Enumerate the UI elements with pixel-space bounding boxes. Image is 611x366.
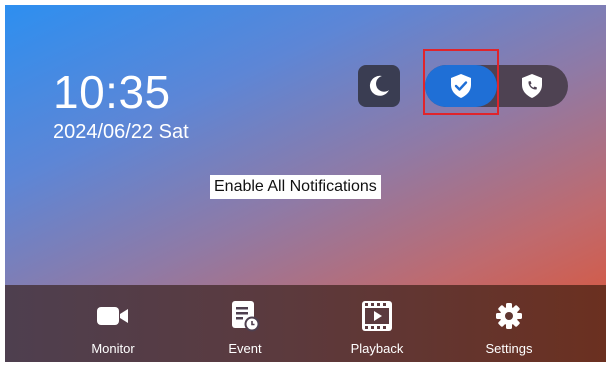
nav-item-settings[interactable]: Settings: [454, 285, 564, 362]
nav-item-playback[interactable]: Playback: [322, 285, 432, 362]
moon-icon: [369, 75, 389, 96]
gear-icon: [496, 303, 522, 329]
nav-label-monitor: Monitor: [91, 341, 135, 356]
event-log-icon: [232, 301, 260, 332]
film-play-icon: [362, 301, 392, 331]
home-screen: 10:35 2024/06/22 Sat Enable All Notifica…: [5, 5, 606, 362]
nav-item-monitor[interactable]: Monitor: [58, 285, 168, 362]
video-camera-icon: [97, 307, 128, 325]
nav-label-settings: Settings: [485, 341, 533, 356]
clock-date: 2024/06/22 Sat: [53, 121, 189, 143]
nav-label-event: Event: [228, 341, 262, 356]
shield-phone-icon: [522, 74, 542, 98]
call-only-notifications-option[interactable]: [496, 65, 568, 107]
mode-tooltip: Enable All Notifications: [210, 175, 381, 199]
nav-label-playback: Playback: [350, 341, 404, 356]
nav-item-event[interactable]: Event: [190, 285, 300, 362]
bottom-nav-bar: Monitor Event Playback Settings: [5, 285, 606, 362]
clock-time: 10:35: [53, 66, 171, 118]
selection-highlight: [423, 49, 499, 115]
do-not-disturb-button[interactable]: [358, 65, 400, 107]
